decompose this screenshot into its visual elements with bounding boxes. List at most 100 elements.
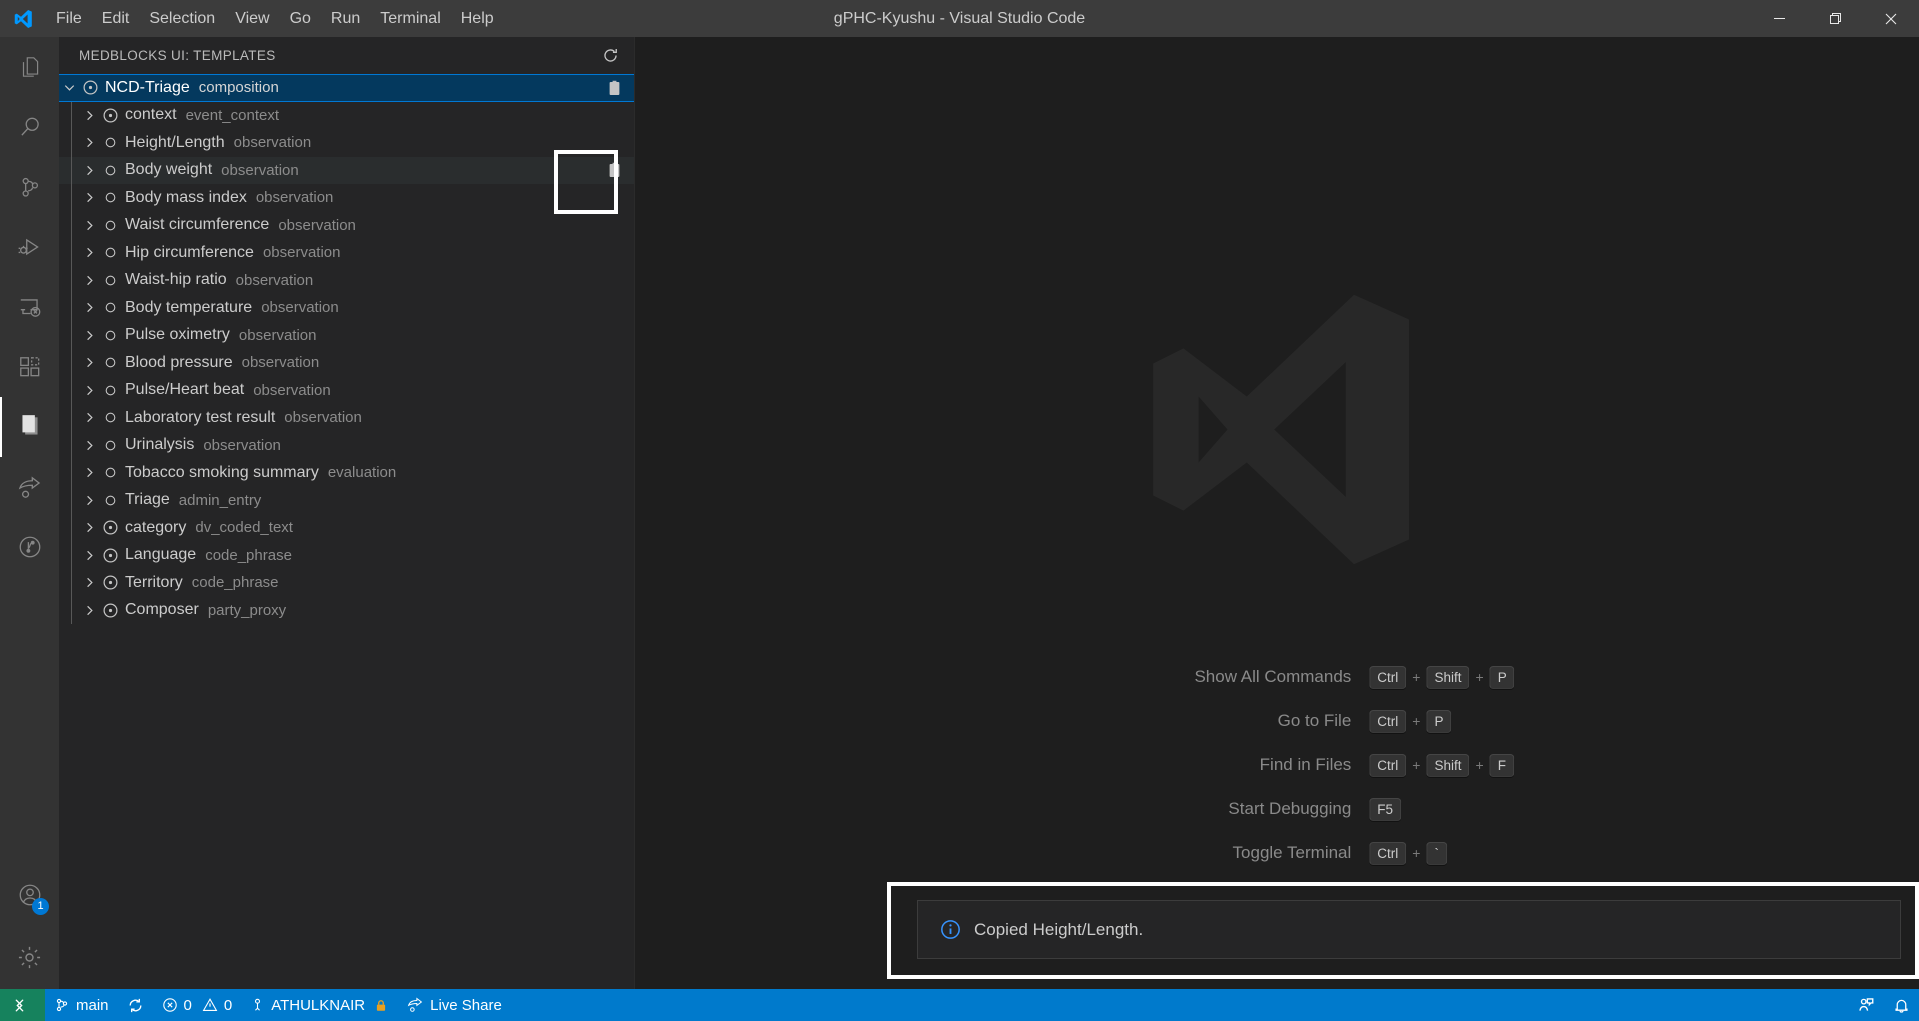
close-button[interactable]: [1863, 0, 1919, 37]
chevron-right-icon[interactable]: [79, 218, 99, 233]
tree-row[interactable]: Waist-hip ratioobservation: [59, 267, 634, 295]
minimize-button[interactable]: [1751, 0, 1807, 37]
shortcut-label[interactable]: Start Debugging: [1039, 799, 1369, 819]
tree-row[interactable]: Pulse oximetryobservation: [59, 322, 634, 350]
keyboard-key: Ctrl: [1369, 842, 1406, 865]
chevron-right-icon[interactable]: [79, 383, 99, 398]
menu-selection[interactable]: Selection: [139, 0, 225, 37]
tree-row[interactable]: Height/Lengthobservation: [59, 129, 634, 157]
tree-row[interactable]: Waist circumferenceobservation: [59, 212, 634, 240]
indent-guide: [71, 294, 72, 322]
shortcut-label[interactable]: Show All Commands: [1039, 667, 1369, 687]
tree-row[interactable]: Languagecode_phrase: [59, 542, 634, 570]
activity-account[interactable]: 1: [0, 865, 59, 925]
activity-search[interactable]: [0, 97, 59, 157]
menu-help[interactable]: Help: [451, 0, 504, 37]
activity-run-and-debug[interactable]: [0, 217, 59, 277]
indent-guide: [71, 569, 72, 597]
copy-icon[interactable]: [600, 158, 628, 182]
chevron-right-icon[interactable]: [79, 300, 99, 315]
tree-row[interactable]: Territorycode_phrase: [59, 569, 634, 597]
keyboard-key: P: [1490, 666, 1515, 689]
status-live-share[interactable]: Live Share: [397, 989, 511, 1021]
tree-node-label: Tobacco smoking summary: [125, 464, 319, 482]
tree-row[interactable]: Blood pressureobservation: [59, 349, 634, 377]
menu-run[interactable]: Run: [321, 0, 370, 37]
chevron-right-icon[interactable]: [79, 438, 99, 453]
tree-row[interactable]: Pulse/Heart beatobservation: [59, 377, 634, 405]
status-user[interactable]: ATHULKNAIR: [241, 989, 397, 1021]
chevron-right-icon[interactable]: [79, 108, 99, 123]
chevron-right-icon[interactable]: [79, 273, 99, 288]
notification-focus-highlight: Copied Height/Length.: [887, 882, 1919, 979]
shortcut-label[interactable]: Go to File: [1039, 711, 1369, 731]
tree-row[interactable]: Laboratory test resultobservation: [59, 404, 634, 432]
chevron-right-icon[interactable]: [79, 410, 99, 425]
status-branch-label: main: [76, 997, 109, 1014]
status-feedback[interactable]: [1848, 989, 1884, 1021]
tree-row[interactable]: NCD-Triagecomposition: [59, 74, 634, 102]
circle-icon: [99, 135, 121, 150]
tree-row[interactable]: Composerparty_proxy: [59, 597, 634, 625]
tree-row[interactable]: Body mass index observation: [59, 184, 634, 212]
maximize-button[interactable]: [1807, 0, 1863, 37]
tree-row[interactable]: Triageadmin_entry: [59, 487, 634, 515]
status-notifications-bell[interactable]: [1884, 989, 1919, 1021]
menu-view[interactable]: View: [225, 0, 279, 37]
tree-row[interactable]: Body weightobservation: [59, 157, 634, 185]
shortcut-label[interactable]: Toggle Terminal: [1039, 843, 1369, 863]
key-separator: +: [1475, 669, 1485, 685]
activity-remote-explorer[interactable]: [0, 277, 59, 337]
chevron-right-icon[interactable]: [79, 190, 99, 205]
chevron-right-icon[interactable]: [79, 603, 99, 618]
activity-settings[interactable]: [0, 925, 59, 989]
chevron-right-icon[interactable]: [79, 548, 99, 563]
tree-row[interactable]: categorydv_coded_text: [59, 514, 634, 542]
tree-node-type: evaluation: [328, 464, 396, 481]
menu-go[interactable]: Go: [280, 0, 321, 37]
status-problems[interactable]: 0 0: [153, 989, 242, 1021]
window-controls: [1751, 0, 1919, 37]
chevron-right-icon[interactable]: [79, 355, 99, 370]
refresh-icon[interactable]: [596, 42, 624, 70]
chevron-down-icon[interactable]: [59, 80, 79, 95]
menu-terminal[interactable]: Terminal: [370, 0, 450, 37]
chevron-right-icon[interactable]: [79, 163, 99, 178]
menu-edit[interactable]: Edit: [92, 0, 140, 37]
chevron-right-icon[interactable]: [79, 328, 99, 343]
menu-bar[interactable]: File Edit Selection View Go Run Terminal…: [46, 0, 504, 37]
tree-row[interactable]: Tobacco smoking summary evaluation: [59, 459, 634, 487]
shortcut-label[interactable]: Find in Files: [1039, 755, 1369, 775]
status-right-group: [1848, 989, 1919, 1021]
chevron-right-icon[interactable]: [79, 465, 99, 480]
activity-medblocks-ui[interactable]: [0, 397, 59, 457]
indent-guide: [71, 432, 72, 460]
chevron-right-icon[interactable]: [79, 493, 99, 508]
notification-toast[interactable]: Copied Height/Length.: [917, 900, 1901, 959]
status-sync[interactable]: [118, 989, 153, 1021]
tree-row[interactable]: Body temperatureobservation: [59, 294, 634, 322]
menu-file[interactable]: File: [46, 0, 92, 37]
editor-area: Show All CommandsCtrl+Shift+PGo to FileC…: [635, 37, 1919, 989]
tree-node-label: Body temperature: [125, 299, 252, 317]
chevron-right-icon[interactable]: [79, 245, 99, 260]
chevron-right-icon[interactable]: [79, 520, 99, 535]
chevron-right-icon[interactable]: [79, 575, 99, 590]
status-branch[interactable]: main: [45, 989, 118, 1021]
tree-row[interactable]: Hip circumferenceobservation: [59, 239, 634, 267]
activity-explorer[interactable]: [0, 37, 59, 97]
tree-node-label: Pulse/Heart beat: [125, 381, 244, 399]
status-remote-indicator[interactable]: [0, 989, 45, 1021]
activity-git-graph[interactable]: [0, 517, 59, 577]
copy-icon[interactable]: [600, 76, 628, 100]
lock-icon: [374, 998, 388, 1013]
activity-source-control[interactable]: [0, 157, 59, 217]
tree-node-type: observation: [256, 189, 334, 206]
activity-live-share[interactable]: [0, 457, 59, 517]
tree-row[interactable]: contextevent_context: [59, 102, 634, 130]
tree-row[interactable]: Urinalysisobservation: [59, 432, 634, 460]
activity-extensions[interactable]: [0, 337, 59, 397]
tree-node-label: Body mass index: [125, 189, 247, 207]
templates-tree[interactable]: NCD-Triagecompositioncontextevent_contex…: [59, 74, 634, 989]
chevron-right-icon[interactable]: [79, 135, 99, 150]
